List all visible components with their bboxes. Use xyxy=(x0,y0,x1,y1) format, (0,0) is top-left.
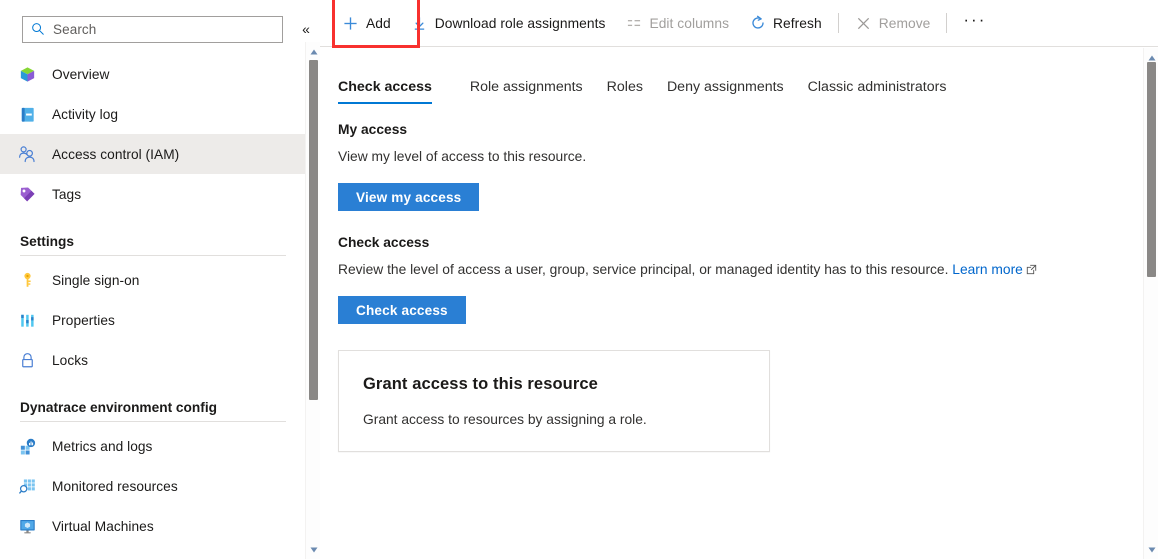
virtual-machines-icon xyxy=(16,515,38,537)
lock-icon xyxy=(16,349,38,371)
sidebar-group-title-settings: Settings xyxy=(20,234,74,249)
download-role-assignments-button[interactable]: Download role assignments xyxy=(401,7,616,39)
check-access-description: Review the level of access a user, group… xyxy=(338,259,1098,280)
sidebar-group-separator xyxy=(20,421,286,422)
iam-tab-bar: Check access Role assignments Roles Deny… xyxy=(320,59,1158,104)
add-button[interactable]: Add xyxy=(332,7,401,39)
download-icon xyxy=(411,15,428,32)
properties-bars-icon xyxy=(16,309,38,331)
main-scrollbar-thumb[interactable] xyxy=(1147,62,1156,277)
tab-roles[interactable]: Roles xyxy=(595,79,655,104)
main-panel: Add Download role assignments Edit colum… xyxy=(320,0,1158,559)
tab-deny-assignments[interactable]: Deny assignments xyxy=(655,79,796,104)
sidebar-nav-list: Overview Activity log Access control (IA… xyxy=(0,54,320,546)
metrics-and-logs-icon xyxy=(16,435,38,457)
sidebar-item-label: Single sign-on xyxy=(52,272,140,288)
my-access-description: View my level of access to this resource… xyxy=(338,149,587,164)
sidebar-item-tags[interactable]: Tags xyxy=(0,174,320,214)
sidebar-item-monitored-resources[interactable]: Monitored resources xyxy=(0,466,320,506)
check-access-content: My access View my level of access to thi… xyxy=(320,104,1158,452)
ellipsis-icon: ··· xyxy=(963,10,987,29)
sidebar-item-single-sign-on[interactable]: Single sign-on xyxy=(0,260,320,300)
activity-log-icon xyxy=(16,103,38,125)
remove-button[interactable]: Remove xyxy=(845,7,941,39)
overview-cube-icon xyxy=(16,63,38,85)
sidebar-group-separator xyxy=(20,255,286,256)
sidebar-item-label: Metrics and logs xyxy=(52,438,153,454)
external-link-icon xyxy=(1026,260,1037,275)
toolbar-divider xyxy=(946,13,948,33)
sidebar-group-title-dynatrace: Dynatrace environment config xyxy=(20,400,217,415)
close-icon xyxy=(855,15,872,32)
azure-portal-iam-screen: Search « Overview Activity log Access co… xyxy=(0,0,1158,559)
sidebar-scrollbar[interactable] xyxy=(305,42,320,559)
search-input[interactable]: Search xyxy=(22,15,283,43)
key-icon xyxy=(16,269,38,291)
search-placeholder: Search xyxy=(53,21,97,37)
learn-more-link[interactable]: Learn more xyxy=(952,262,1023,277)
my-access-section: My access View my level of access to thi… xyxy=(338,122,1158,211)
refresh-label: Refresh xyxy=(773,15,822,31)
sidebar-item-properties[interactable]: Properties xyxy=(0,300,320,340)
plus-icon xyxy=(342,15,359,32)
check-access-button[interactable]: Check access xyxy=(338,296,466,324)
sidebar-item-label: Tags xyxy=(52,186,82,202)
command-toolbar: Add Download role assignments Edit colum… xyxy=(320,0,1158,48)
sidebar-item-label: Monitored resources xyxy=(52,478,178,494)
access-control-people-icon xyxy=(16,143,38,165)
collapse-menu-button[interactable]: « xyxy=(295,18,317,40)
check-access-description-text: Review the level of access a user, group… xyxy=(338,262,953,277)
scroll-down-arrow-icon[interactable] xyxy=(306,542,320,557)
scroll-up-arrow-icon[interactable] xyxy=(306,44,320,59)
sidebar-search-row: Search « xyxy=(0,0,320,46)
grant-access-card-title: Grant access to this resource xyxy=(363,375,598,393)
check-access-title: Check access xyxy=(338,235,430,250)
remove-label: Remove xyxy=(878,15,931,31)
sidebar-item-activity-log[interactable]: Activity log xyxy=(0,94,320,134)
resource-menu-sidebar: Search « Overview Activity log Access co… xyxy=(0,0,320,559)
my-access-title: My access xyxy=(338,122,408,137)
grant-access-card: Grant access to this resource Grant acce… xyxy=(338,350,770,452)
toolbar-divider xyxy=(837,13,839,33)
check-access-section: Check access Review the level of access … xyxy=(338,235,1158,324)
monitored-resources-icon xyxy=(16,475,38,497)
edit-columns-icon xyxy=(625,15,642,32)
sidebar-item-label: Activity log xyxy=(52,106,119,122)
sidebar-item-locks[interactable]: Locks xyxy=(0,340,320,380)
sidebar-item-label: Overview xyxy=(52,66,110,82)
refresh-icon xyxy=(749,15,766,32)
sidebar-item-virtual-machines[interactable]: Virtual Machines xyxy=(0,506,320,546)
tag-icon xyxy=(16,183,38,205)
tab-role-assignments[interactable]: Role assignments xyxy=(458,79,595,104)
sidebar-item-label: Access control (IAM) xyxy=(52,146,180,162)
search-icon xyxy=(31,22,45,36)
sidebar-item-label: Properties xyxy=(52,312,115,328)
sidebar-item-label: Locks xyxy=(52,352,89,368)
sidebar-item-access-control-iam[interactable]: Access control (IAM) xyxy=(0,134,320,174)
main-scrollbar[interactable] xyxy=(1143,48,1158,559)
refresh-button[interactable]: Refresh xyxy=(739,7,832,39)
sidebar-item-overview[interactable]: Overview xyxy=(0,54,320,94)
edit-columns-label: Edit columns xyxy=(649,15,730,31)
edit-columns-button[interactable]: Edit columns xyxy=(615,7,739,39)
tab-classic-administrators[interactable]: Classic administrators xyxy=(796,79,959,104)
sidebar-item-label: Virtual Machines xyxy=(52,518,154,534)
view-my-access-button[interactable]: View my access xyxy=(338,183,480,211)
sidebar-item-metrics-and-logs[interactable]: Metrics and logs xyxy=(0,426,320,466)
tab-check-access[interactable]: Check access xyxy=(338,79,444,104)
scroll-down-arrow-icon[interactable] xyxy=(1144,542,1158,557)
download-role-assignments-label: Download role assignments xyxy=(434,15,606,31)
sidebar-scrollbar-thumb[interactable] xyxy=(309,60,318,400)
add-button-label: Add xyxy=(366,15,391,31)
grant-access-card-description: Grant access to resources by assigning a… xyxy=(363,412,647,427)
more-commands-button[interactable]: ··· xyxy=(953,7,996,39)
